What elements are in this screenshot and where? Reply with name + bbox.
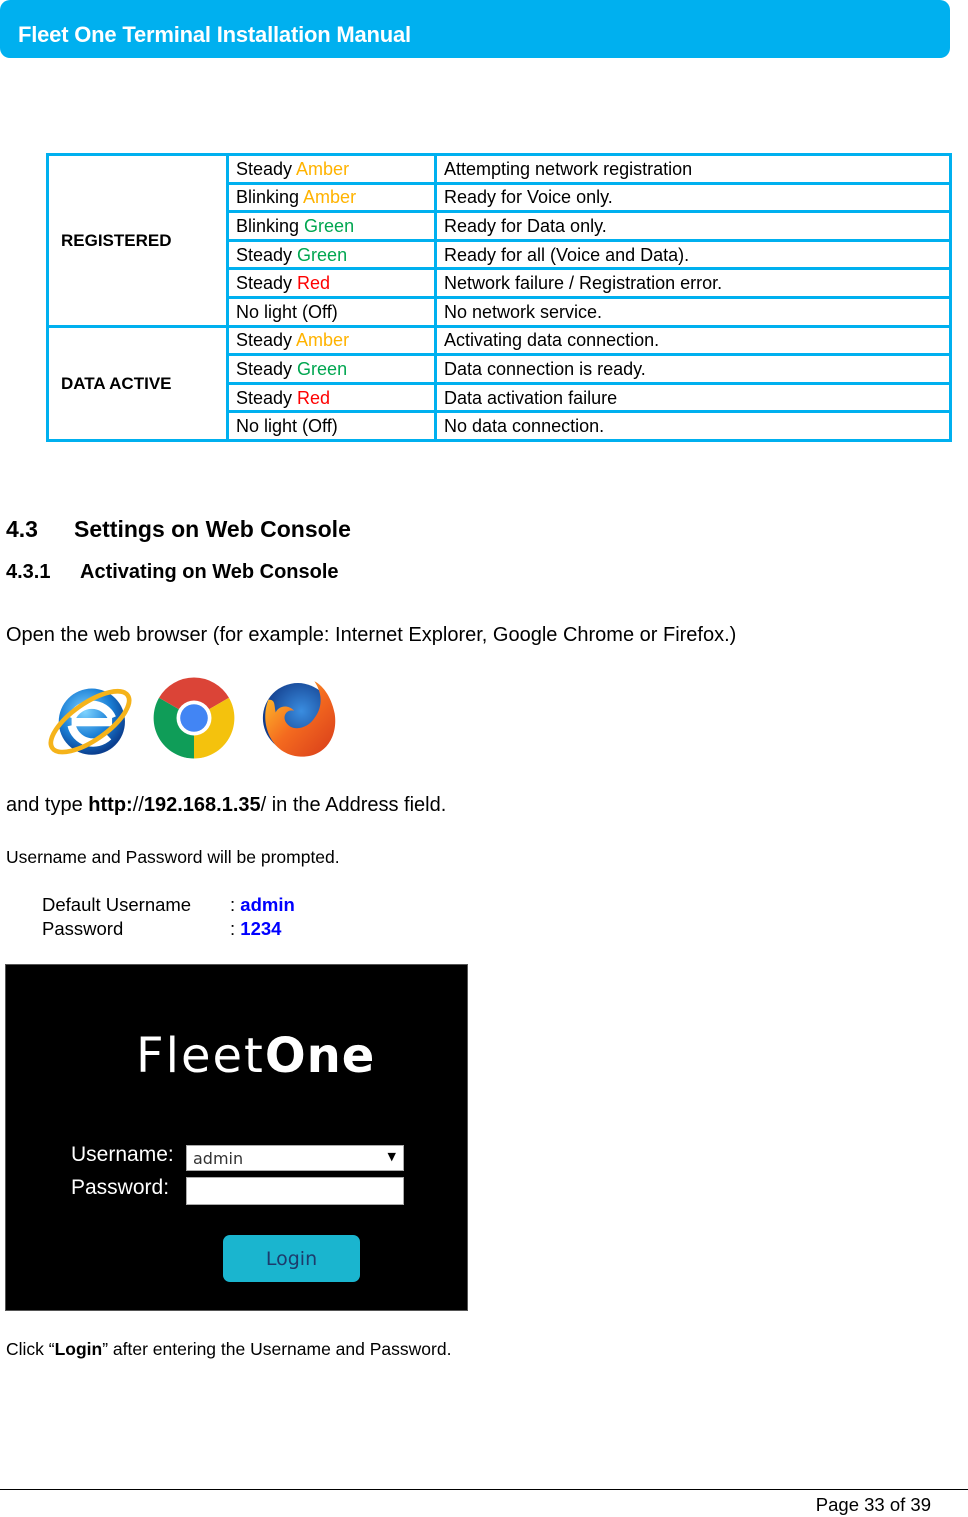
text: and type bbox=[6, 794, 89, 816]
username-selected: admin bbox=[193, 1149, 244, 1168]
header-bar: Fleet One Terminal Installation Manual bbox=[0, 0, 950, 58]
colon: : bbox=[230, 894, 241, 915]
led-color: Green bbox=[304, 215, 355, 236]
led-state: No light (Off) bbox=[226, 295, 437, 328]
dropdown-arrow-icon[interactable]: ▼ bbox=[388, 1150, 396, 1163]
click-login-paragraph: Click “Login” after entering the Usernam… bbox=[6, 1339, 451, 1360]
led-state: Steady Green bbox=[226, 238, 437, 271]
led-state: Blinking Amber bbox=[226, 181, 437, 214]
login-button[interactable]: Login bbox=[223, 1235, 360, 1282]
address-instruction: and type http://192.168.1.35/ in the Add… bbox=[6, 794, 446, 817]
status-group-label: REGISTERED bbox=[46, 153, 229, 328]
logo-one: One bbox=[264, 1028, 376, 1084]
led-meaning: Data connection is ready. bbox=[434, 353, 952, 385]
section-number: 4.3 bbox=[6, 516, 38, 542]
subsection-title: Activating on Web Console bbox=[80, 561, 339, 583]
led-state: Steady Amber bbox=[226, 153, 437, 185]
username-label: Default Username bbox=[42, 894, 192, 915]
text: ” after entering the Username and Passwo… bbox=[102, 1339, 452, 1359]
led-color: Amber bbox=[296, 158, 350, 179]
username-field-label: Username: bbox=[71, 1143, 174, 1166]
login-screenshot: FleetOne Username: admin ▼ Password: Log… bbox=[5, 964, 468, 1311]
led-meaning: Data activation failure bbox=[434, 381, 952, 414]
led-pattern: Steady bbox=[236, 244, 298, 265]
login-emphasis: Login bbox=[54, 1339, 103, 1359]
table-row: REGISTERED Steady Amber Attempting network… bbox=[46, 153, 952, 328]
led-state: Steady Green bbox=[226, 353, 437, 385]
username-select[interactable]: admin ▼ bbox=[186, 1145, 404, 1171]
subsection-number: 4.3.1 bbox=[6, 561, 51, 583]
internet-explorer-icon bbox=[48, 688, 132, 755]
url-host: 192.168.1.35 bbox=[143, 794, 261, 816]
led-meaning: Attempting network registration bbox=[434, 153, 952, 185]
text: / in the Address field. bbox=[260, 794, 447, 816]
led-meaning: Activating data connection. bbox=[434, 324, 952, 357]
chrome-icon bbox=[153, 677, 235, 759]
led-meaning: No data connection. bbox=[434, 410, 952, 442]
text: Click “ bbox=[6, 1339, 55, 1359]
led-pattern: Blinking bbox=[236, 215, 305, 236]
url-slashes: // bbox=[132, 794, 144, 816]
led-color: Red bbox=[297, 387, 331, 408]
led-meaning: Network failure / Registration error. bbox=[434, 267, 952, 299]
table-row: DATA ACTIVE Steady Amber Activating data c… bbox=[46, 324, 952, 442]
document-title: Fleet One Terminal Installation Manual bbox=[18, 22, 411, 47]
password-label: Password bbox=[42, 918, 124, 939]
colon: : bbox=[230, 918, 241, 939]
open-browser-paragraph: Open the web browser (for example: Inter… bbox=[6, 624, 737, 646]
password-input[interactable] bbox=[186, 1177, 404, 1205]
led-color: Green bbox=[297, 358, 348, 379]
led-meaning: Ready for Data only. bbox=[434, 210, 952, 242]
led-pattern: Steady bbox=[236, 358, 298, 379]
subsection-heading: 4.3.1 Activating on Web Console bbox=[6, 561, 339, 584]
logo-fleet: Fleet bbox=[136, 1028, 265, 1084]
led-meaning: No network service. bbox=[434, 295, 952, 328]
password-field-label: Password: bbox=[71, 1176, 170, 1199]
prompt-paragraph: Username and Password will be prompted. bbox=[6, 847, 340, 867]
led-status-table: REGISTERED Steady Amber Attempting network… bbox=[46, 153, 952, 442]
led-color: Green bbox=[297, 244, 348, 265]
led-color: Amber bbox=[303, 187, 357, 208]
default-password-line: Password: 1234 bbox=[42, 918, 281, 940]
led-state: Steady Amber bbox=[226, 324, 437, 357]
led-pattern: Steady bbox=[236, 158, 297, 179]
led-meaning: Ready for Voice only. bbox=[434, 181, 952, 214]
led-state: Blinking Green bbox=[226, 210, 437, 242]
led-pattern: Steady bbox=[236, 330, 297, 351]
default-username: admin bbox=[240, 894, 295, 915]
led-meaning: Ready for all (Voice and Data). bbox=[434, 238, 952, 271]
led-state: Steady Red bbox=[226, 267, 437, 299]
default-username-line: Default Username: admin bbox=[42, 894, 295, 916]
section-title: Settings on Web Console bbox=[74, 516, 351, 542]
default-password: 1234 bbox=[240, 918, 282, 939]
led-pattern: Steady bbox=[236, 387, 298, 408]
fleetone-logo: FleetOne bbox=[136, 1025, 375, 1085]
status-group-label: DATA ACTIVE bbox=[46, 324, 229, 442]
url-scheme: http: bbox=[88, 794, 133, 816]
led-color: Amber bbox=[296, 330, 350, 351]
footer-divider bbox=[0, 1489, 968, 1490]
led-state: No light (Off) bbox=[226, 410, 437, 442]
led-color: Red bbox=[297, 273, 331, 294]
led-pattern: No light (Off) bbox=[236, 301, 338, 322]
firefox-icon bbox=[262, 681, 336, 757]
led-state: Steady Red bbox=[226, 381, 437, 414]
led-pattern: Blinking bbox=[236, 187, 304, 208]
led-pattern: No light (Off) bbox=[236, 416, 338, 437]
led-pattern: Steady bbox=[236, 273, 298, 294]
page-number: Page 33 of 39 bbox=[815, 1494, 931, 1515]
section-heading: 4.3 Settings on Web Console bbox=[6, 516, 351, 543]
